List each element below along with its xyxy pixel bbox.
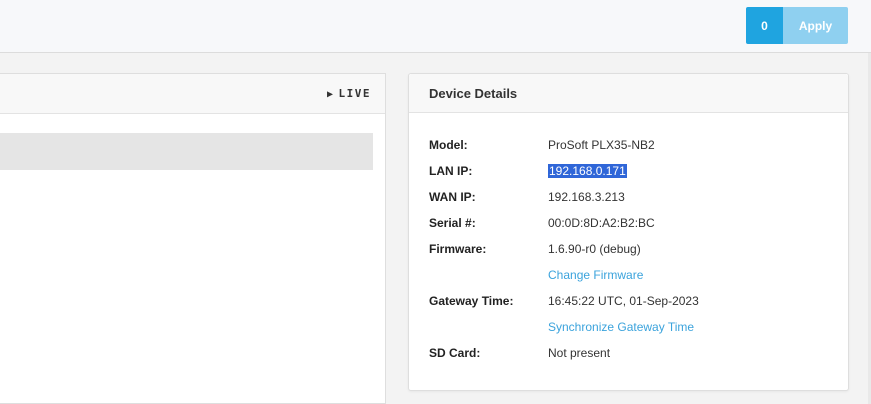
detail-row-wan-ip: WAN IP: 192.168.3.213	[429, 184, 829, 210]
firmware-value: 1.6.90-r0 (debug)	[548, 242, 641, 256]
gateway-time-value: 16:45:22 UTC, 01-Sep-2023	[548, 294, 699, 308]
wan-ip-value: 192.168.3.213	[548, 190, 625, 204]
detail-row-model: Model: ProSoft PLX35-NB2	[429, 132, 829, 158]
sd-card-label: SD Card:	[429, 346, 481, 360]
pending-changes-badge[interactable]: 0	[746, 7, 783, 44]
device-details-header: Device Details	[409, 74, 848, 113]
live-panel-header: ▶ LIVE	[0, 74, 385, 114]
play-icon: ▶	[326, 89, 335, 100]
device-details-panel: Device Details Model: ProSoft PLX35-NB2 …	[408, 73, 849, 391]
live-label: LIVE	[338, 87, 371, 100]
model-value: ProSoft PLX35-NB2	[548, 138, 655, 152]
detail-row-serial: Serial #: 00:0D:8D:A2:B2:BC	[429, 210, 829, 236]
detail-row-change-firmware: Change Firmware	[429, 262, 829, 288]
detail-row-gateway-time: Gateway Time: 16:45:22 UTC, 01-Sep-2023	[429, 288, 829, 314]
detail-row-sd-card: SD Card: Not present	[429, 340, 829, 366]
placeholder-bar	[0, 133, 373, 170]
top-toolbar: 0 Apply	[0, 0, 871, 53]
serial-label: Serial #:	[429, 216, 476, 230]
panel-title: Device Details	[429, 85, 518, 101]
wan-ip-label: WAN IP:	[429, 190, 476, 204]
sd-card-value: Not present	[548, 346, 611, 360]
firmware-label: Firmware:	[429, 242, 487, 256]
detail-row-firmware: Firmware: 1.6.90-r0 (debug)	[429, 236, 829, 262]
live-toggle[interactable]: ▶ LIVE	[327, 87, 371, 100]
serial-value: 00:0D:8D:A2:B2:BC	[548, 216, 655, 230]
change-firmware-link[interactable]: Change Firmware	[548, 268, 643, 282]
device-details-list: Model: ProSoft PLX35-NB2 LAN IP: 192.168…	[429, 132, 829, 366]
detail-row-lan-ip: LAN IP: 192.168.0.171	[429, 158, 829, 184]
detail-row-sync-time: Synchronize Gateway Time	[429, 314, 829, 340]
live-panel: ▶ LIVE	[0, 73, 386, 404]
gateway-time-label: Gateway Time:	[429, 294, 514, 308]
model-label: Model:	[429, 138, 468, 152]
lan-ip-label: LAN IP:	[429, 164, 473, 178]
synchronize-gateway-time-link[interactable]: Synchronize Gateway Time	[548, 320, 694, 334]
apply-group: 0 Apply	[746, 7, 848, 44]
apply-button[interactable]: Apply	[783, 7, 848, 44]
lan-ip-value[interactable]: 192.168.0.171	[548, 164, 627, 178]
